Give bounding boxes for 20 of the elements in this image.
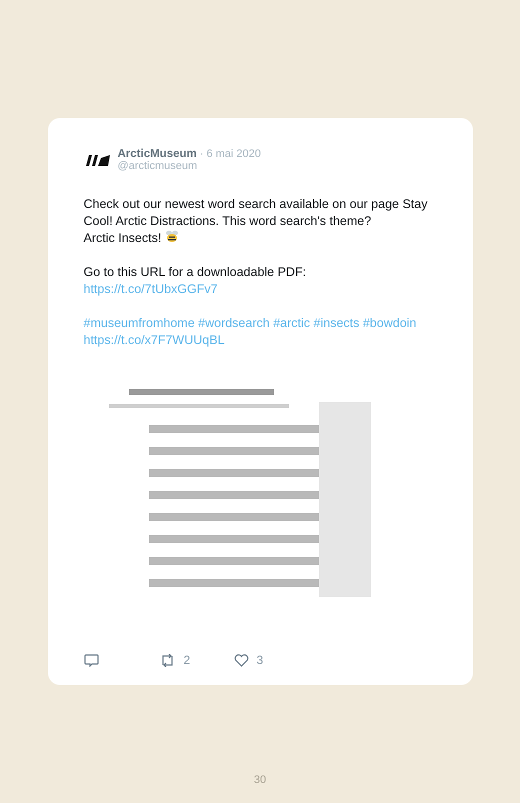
link[interactable]: #bowdoin [362, 316, 416, 330]
action-count: 3 [256, 653, 264, 667]
tweet-text: Go to this URL for a downloadable PDF: [84, 265, 306, 279]
link[interactable]: https://t.co/7tUbxGGFv7 [84, 282, 218, 296]
bee-icon [165, 230, 180, 243]
link[interactable]: #museumfromhome [84, 316, 195, 330]
logo-icon [84, 153, 112, 167]
tweet-text: Check out our newest word search available on our page Stay Cool! Arctic Distractions. This word search's theme? [84, 197, 428, 228]
link[interactable]: https://t.co/x7F7WUUqBL [84, 333, 225, 347]
tweet-text: Arctic Insects! [84, 231, 162, 245]
tweet-date: · 6 mai 2020 [200, 148, 261, 160]
page-number: 30 [254, 774, 266, 786]
author-name[interactable]: ArcticMuseum [118, 148, 197, 160]
link[interactable]: #insects [314, 316, 360, 330]
link[interactable]: #wordsearch [198, 316, 270, 330]
link[interactable]: #arctic [273, 316, 310, 330]
comment-icon[interactable] [84, 654, 98, 666]
author-handle[interactable]: @arcticmuseum [118, 160, 261, 172]
heart-icon[interactable] [234, 654, 248, 666]
action-count: 2 [184, 653, 190, 667]
